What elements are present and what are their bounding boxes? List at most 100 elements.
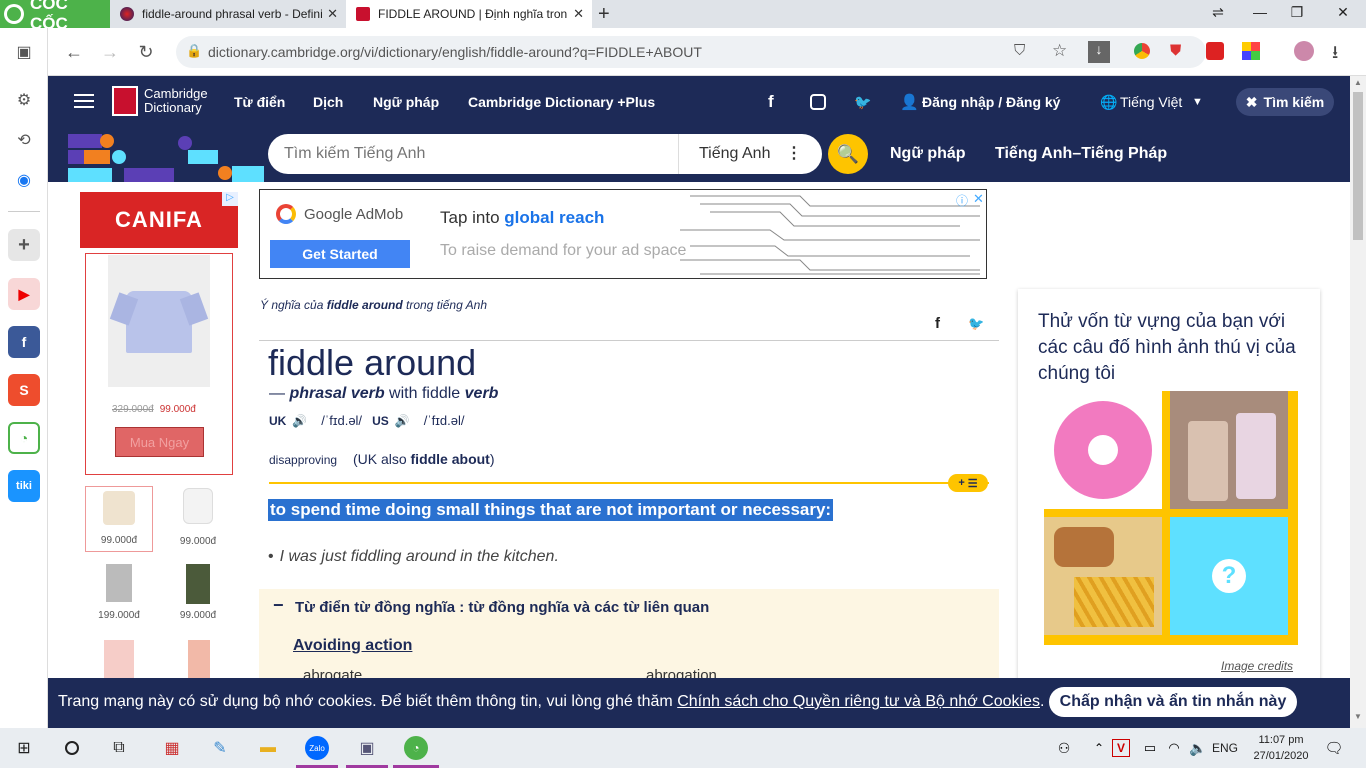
quiz-grid[interactable]: ?	[1044, 391, 1298, 645]
scroll-up-icon[interactable]: ▲	[1354, 78, 1362, 87]
people-icon[interactable]: ⚇	[1052, 736, 1076, 760]
volume-icon[interactable]: 🔈	[1186, 736, 1210, 760]
search-toggle-button[interactable]: ✖ Tìm kiếm	[1236, 88, 1334, 116]
history-icon[interactable]: ⟲	[8, 124, 40, 156]
coccoc-taskbar-icon[interactable]: ◔	[404, 736, 428, 760]
show-hidden-icons[interactable]: ⌃	[1087, 736, 1111, 760]
unikey-icon[interactable]: V	[1112, 739, 1130, 757]
zalo-icon[interactable]: Zalo	[305, 736, 329, 760]
taskbar-paint-icon[interactable]: ✎	[208, 736, 232, 760]
task-view-icon[interactable]: ⧉	[107, 736, 131, 760]
scroll-down-icon[interactable]: ▼	[1354, 712, 1362, 721]
wifi-icon[interactable]: ◠	[1162, 736, 1186, 760]
share-facebook-icon[interactable]: f	[935, 315, 940, 332]
youtube-icon[interactable]: ▶	[8, 278, 40, 310]
instagram-icon[interactable]	[810, 94, 826, 110]
thumb-item[interactable]: 99.000đ	[164, 486, 232, 552]
tab-fiddle-around-definition[interactable]: fiddle-around phrasal verb - Defini ✕	[110, 0, 346, 28]
back-icon[interactable]: ←	[64, 42, 84, 63]
cortana-search-icon[interactable]	[60, 736, 84, 760]
nav-dictionary[interactable]: Từ điển	[234, 94, 285, 110]
extension-shield-icon[interactable]: ⛊	[1170, 42, 1181, 59]
facebook-icon[interactable]: f	[8, 326, 40, 358]
thesaurus-title[interactable]: Từ điển từ đồng nghĩa : từ đồng nghĩa và…	[295, 599, 709, 616]
clock[interactable]: 11:07 pm 27/01/2020	[1250, 732, 1312, 764]
buy-now-button[interactable]: Mua Ngay	[115, 427, 204, 457]
new-tab-icon[interactable]: +	[598, 3, 610, 26]
reload-icon[interactable]: ↻	[136, 42, 156, 63]
canifa-brand[interactable]: CANIFA	[80, 192, 238, 248]
shopee-icon[interactable]: S	[8, 374, 40, 406]
scrollbar-thumb[interactable]	[1353, 92, 1363, 240]
settings-icon[interactable]: ⚙	[8, 84, 40, 116]
coccoc-menu-button[interactable]: CỐC CỐC	[0, 0, 110, 33]
battery-icon[interactable]: ▭	[1138, 736, 1162, 760]
windows-start-icon[interactable]: ⊞	[12, 736, 36, 760]
twitter-icon[interactable]: 🐦	[854, 94, 871, 111]
extension-chrome-icon[interactable]	[1134, 43, 1150, 59]
thumb-item[interactable]: 99.000đ	[164, 564, 232, 626]
extension-red-icon[interactable]	[1206, 42, 1224, 60]
tab-search-icon[interactable]: ⇌	[1208, 4, 1228, 21]
image-credits-link[interactable]: Image credits	[1221, 659, 1293, 673]
get-started-button[interactable]: Get Started	[270, 240, 410, 268]
product-image[interactable]	[108, 255, 210, 387]
input-language[interactable]: ENG	[1212, 741, 1238, 755]
file-explorer-icon[interactable]: ▬	[256, 736, 280, 760]
nav-grammar[interactable]: Ngữ pháp	[373, 94, 439, 110]
thesaurus-heading[interactable]: Avoiding action	[293, 637, 412, 655]
thumb-image[interactable]	[104, 640, 134, 678]
sidebar-toggle-icon[interactable]: ▣	[8, 36, 40, 68]
nav-translate[interactable]: Dịch	[313, 94, 343, 110]
ad-choices-icon[interactable]: ▷	[222, 192, 238, 206]
admob-banner[interactable]: Google AdMob Get Started Tap into global…	[259, 189, 987, 279]
collapse-icon[interactable]: −	[273, 595, 284, 616]
quiz-image-milkshake[interactable]	[1170, 391, 1288, 509]
uk-audio-icon[interactable]: 🔊	[292, 414, 307, 428]
thumb-item[interactable]: 99.000đ	[85, 486, 153, 552]
add-sidebar-app-icon[interactable]: +	[8, 229, 40, 261]
add-to-wordlist-button[interactable]: + ☰	[948, 474, 988, 492]
download-page-icon[interactable]: ↓	[1088, 41, 1110, 63]
ad-close-icon[interactable]: ✕	[973, 191, 984, 207]
accept-cookies-button[interactable]: Chấp nhận và ẩn tin nhắn này	[1049, 687, 1297, 717]
coccoc-app-icon[interactable]: ◔	[8, 422, 40, 454]
profile-avatar-icon[interactable]	[1294, 41, 1314, 61]
maximize-icon[interactable]: ❐	[1287, 4, 1307, 21]
language-selector[interactable]: Tiếng Việt	[1120, 94, 1182, 110]
close-tab-icon[interactable]: ✕	[573, 6, 584, 22]
close-window-icon[interactable]: ✕	[1333, 4, 1353, 21]
us-audio-icon[interactable]: 🔊	[395, 414, 410, 428]
nav-plus[interactable]: Cambridge Dictionary +Plus	[468, 94, 655, 110]
dictionary-selector[interactable]: Tiếng Anh ⋮	[678, 134, 822, 174]
quiz-image-mystery[interactable]: ?	[1170, 517, 1288, 635]
search-input[interactable]	[268, 145, 668, 163]
english-french-link[interactable]: Tiếng Anh–Tiếng Pháp	[995, 145, 1167, 163]
tiki-icon[interactable]: tiki	[8, 470, 40, 502]
ad-info-icon[interactable]: ⓘ	[956, 192, 968, 209]
notification-center-icon[interactable]: 🗨	[1322, 736, 1346, 760]
extension-colorful-icon[interactable]	[1242, 42, 1260, 60]
tab-cambridge-active[interactable]: FIDDLE AROUND | Định nghĩa tron ✕	[346, 0, 592, 28]
pos[interactable]: phrasal verb	[289, 385, 384, 402]
search-button[interactable]: 🔍	[828, 134, 868, 174]
thumb-item[interactable]: 199.000đ	[85, 564, 153, 626]
hamburger-menu-icon[interactable]	[74, 94, 94, 108]
taskbar-tool-icon[interactable]: ▣	[355, 736, 379, 760]
grammar-link[interactable]: Ngữ pháp	[890, 145, 966, 163]
thumb-image[interactable]	[188, 640, 210, 678]
downloads-icon[interactable]: ⭳	[1332, 40, 1338, 70]
share-twitter-icon[interactable]: 🐦	[968, 316, 984, 332]
privacy-policy-link[interactable]: Chính sách cho Quyền riêng tư và Bộ nhớ …	[677, 693, 1040, 710]
quiz-image-fish-chips[interactable]	[1044, 517, 1162, 635]
taskbar-app-icon[interactable]: ▦	[160, 736, 184, 760]
bookmark-star-icon[interactable]: ☆	[1052, 41, 1067, 61]
messenger-icon[interactable]: ◉	[8, 164, 40, 196]
close-tab-icon[interactable]: ✕	[327, 6, 338, 22]
facebook-share-icon[interactable]: f	[768, 92, 774, 112]
login-link[interactable]: Đăng nhập / Đăng ký	[922, 94, 1060, 110]
shield-icon[interactable]: ⛉	[1014, 42, 1025, 59]
cambridge-logo[interactable]: Cambridge Dictionary	[112, 86, 208, 116]
quiz-image-donut[interactable]	[1044, 391, 1162, 509]
url-bar[interactable]: 🔒 dictionary.cambridge.org/vi/dictionary…	[176, 36, 1206, 68]
